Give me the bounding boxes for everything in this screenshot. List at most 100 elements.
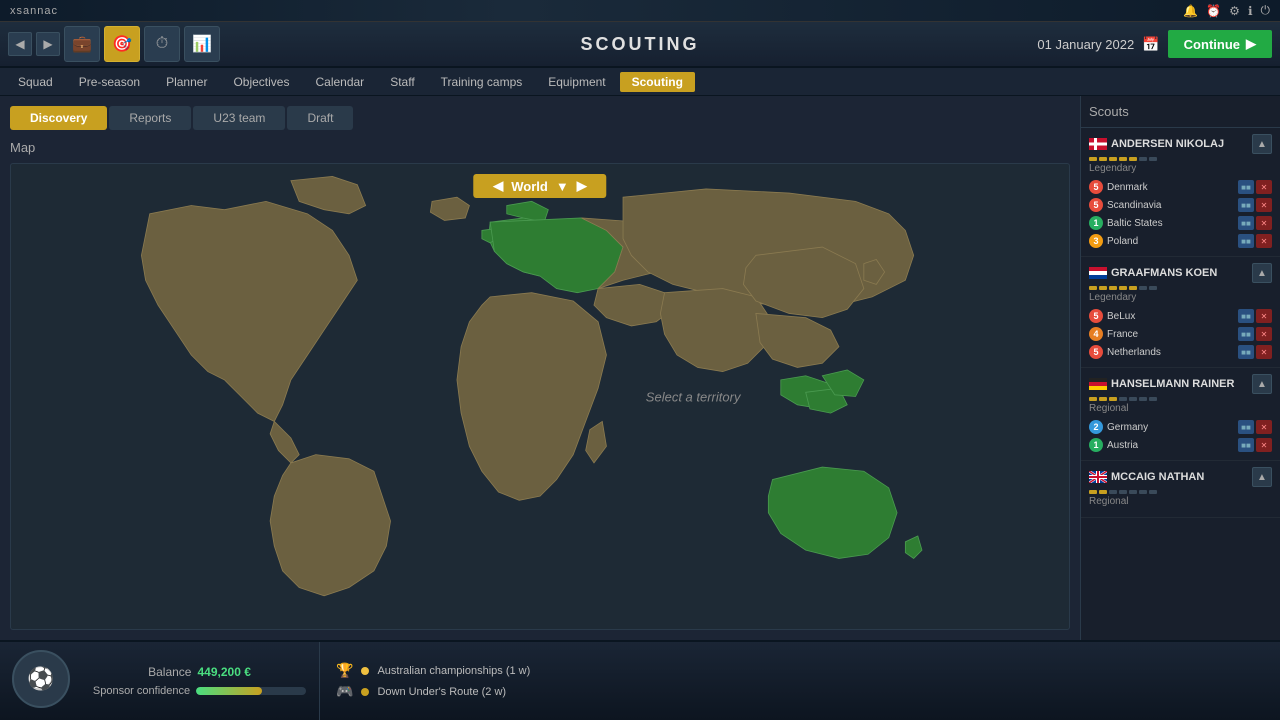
bell-icon[interactable]: 🔔 (1183, 4, 1198, 18)
region-belux-edit-button[interactable]: ■■ (1238, 309, 1254, 323)
scout-hanselmann-header: HANSELMANN RAINER ▲ (1089, 374, 1272, 394)
world-dropdown-icon: ▼ (556, 179, 569, 194)
tab-squad[interactable]: Squad (6, 72, 65, 92)
region-scandinavia-name: Scandinavia (1107, 200, 1234, 211)
region-scandinavia-actions: ■■ ✕ (1238, 198, 1272, 212)
scout-tabs: Discovery Reports U23 team Draft (10, 106, 1070, 130)
power-icon[interactable]: ⏻ (1261, 3, 1271, 18)
flag-nl-icon (1089, 267, 1107, 279)
region-netherlands-priority: 5 (1089, 345, 1103, 359)
region-france-edit-button[interactable]: ■■ (1238, 327, 1254, 341)
region-denmark-remove-button[interactable]: ✕ (1256, 180, 1272, 194)
map-panel: Discovery Reports U23 team Draft Map ◀ W… (0, 96, 1080, 640)
region-netherlands-name: Netherlands (1107, 347, 1234, 358)
region-france: 4 France ■■ ✕ (1089, 325, 1272, 343)
world-prev-icon: ◀ (493, 178, 503, 194)
settings-icon[interactable]: ⚙ (1229, 4, 1240, 18)
balance-amount: 449,200 € (197, 665, 250, 679)
tab-scouting[interactable]: Scouting (620, 72, 695, 92)
region-poland-actions: ■■ ✕ (1238, 234, 1272, 248)
star-3 (1109, 397, 1117, 401)
star-1 (1089, 157, 1097, 161)
region-germany-actions: ■■ ✕ (1238, 420, 1272, 434)
star-6 (1139, 286, 1147, 290)
confidence-bar-fill (196, 687, 262, 695)
scout-hanselmann-promote-button[interactable]: ▲ (1252, 374, 1272, 394)
tab-equipment[interactable]: Equipment (536, 72, 617, 92)
content-area: Discovery Reports U23 team Draft Map ◀ W… (0, 96, 1280, 640)
region-belux-priority: 5 (1089, 309, 1103, 323)
event-2: 🎮 Down Under's Route (2 w) (336, 683, 1264, 700)
region-belux-name: BeLux (1107, 311, 1234, 322)
star-1 (1089, 286, 1097, 290)
region-germany: 2 Germany ■■ ✕ (1089, 418, 1272, 436)
info-icon[interactable]: ℹ (1248, 4, 1253, 18)
nav-next-button[interactable]: ▶ (36, 32, 60, 56)
star-2 (1099, 397, 1107, 401)
tab-objectives[interactable]: Objectives (221, 72, 301, 92)
star-7 (1149, 286, 1157, 290)
map-container[interactable]: ◀ World ▼ ▶ (10, 163, 1070, 630)
team-icon-button[interactable]: 💼 (64, 26, 100, 62)
region-poland-edit-button[interactable]: ■■ (1238, 234, 1254, 248)
star-5 (1129, 397, 1137, 401)
region-germany-edit-button[interactable]: ■■ (1238, 420, 1254, 434)
star-5 (1129, 157, 1137, 161)
top-bar-username: xsannac (10, 5, 58, 17)
scout-tab-draft[interactable]: Draft (287, 106, 353, 130)
star-7 (1149, 157, 1157, 161)
region-scandinavia-edit-button[interactable]: ■■ (1238, 198, 1254, 212)
scout-icon-button[interactable]: 🎯 (104, 26, 140, 62)
region-austria-edit-button[interactable]: ■■ (1238, 438, 1254, 452)
star-6 (1139, 397, 1147, 401)
world-selector-button[interactable]: ◀ World ▼ ▶ (473, 174, 606, 198)
scout-mccaig-name: MCCAIG NATHAN (1111, 471, 1252, 483)
region-austria-remove-button[interactable]: ✕ (1256, 438, 1272, 452)
scout-mccaig-stars (1089, 490, 1272, 494)
region-denmark-edit-button[interactable]: ■■ (1238, 180, 1254, 194)
region-netherlands: 5 Netherlands ■■ ✕ (1089, 343, 1272, 361)
event-1-dot (361, 667, 369, 675)
tab-training-camps[interactable]: Training camps (429, 72, 535, 92)
star-5 (1129, 490, 1137, 494)
star-1 (1089, 490, 1097, 494)
region-baltic-remove-button[interactable]: ✕ (1256, 216, 1272, 230)
region-belux-remove-button[interactable]: ✕ (1256, 309, 1272, 323)
region-scandinavia-remove-button[interactable]: ✕ (1256, 198, 1272, 212)
map-title: Map (10, 140, 1070, 155)
region-netherlands-remove-button[interactable]: ✕ (1256, 345, 1272, 359)
scout-andersen-stars (1089, 157, 1272, 161)
menu-tabs: Squad Pre-season Planner Objectives Cale… (0, 68, 1280, 96)
scout-tab-reports[interactable]: Reports (109, 106, 191, 130)
region-baltic-name: Baltic States (1107, 218, 1234, 229)
scout-mccaig-promote-button[interactable]: ▲ (1252, 467, 1272, 487)
tab-staff[interactable]: Staff (378, 72, 426, 92)
region-poland-remove-button[interactable]: ✕ (1256, 234, 1272, 248)
region-france-remove-button[interactable]: ✕ (1256, 327, 1272, 341)
continue-button[interactable]: Continue ▶ (1168, 30, 1272, 58)
select-territory-hint: Select a territory (646, 389, 741, 404)
top-bar: xsannac 🔔 ⏰ ⚙ ℹ ⏻ (0, 0, 1280, 22)
tab-planner[interactable]: Planner (154, 72, 219, 92)
region-netherlands-edit-button[interactable]: ■■ (1238, 345, 1254, 359)
region-germany-remove-button[interactable]: ✕ (1256, 420, 1272, 434)
star-7 (1149, 490, 1157, 494)
scout-tab-u23[interactable]: U23 team (193, 106, 285, 130)
nav-prev-button[interactable]: ◀ (8, 32, 32, 56)
region-baltic-edit-button[interactable]: ■■ (1238, 216, 1254, 230)
region-belux-actions: ■■ ✕ (1238, 309, 1272, 323)
star-3 (1109, 490, 1117, 494)
tab-calendar[interactable]: Calendar (303, 72, 376, 92)
timer-icon-button[interactable]: ⏱ (144, 26, 180, 62)
chart-icon-button[interactable]: 📊 (184, 26, 220, 62)
clock-icon[interactable]: ⏰ (1206, 4, 1221, 18)
tab-preseason[interactable]: Pre-season (67, 72, 152, 92)
flag-de-icon (1089, 378, 1107, 390)
scout-tab-discovery[interactable]: Discovery (10, 106, 107, 130)
scout-mccaig-header: MCCAIG NATHAN ▲ (1089, 467, 1272, 487)
scout-andersen-header: ANDERSEN NIKOLAJ ▲ (1089, 134, 1272, 154)
scout-andersen-promote-button[interactable]: ▲ (1252, 134, 1272, 154)
calendar-icon[interactable]: 📅 (1142, 36, 1159, 53)
date-display: 01 January 2022 (1037, 37, 1134, 52)
scout-graafmans-promote-button[interactable]: ▲ (1252, 263, 1272, 283)
